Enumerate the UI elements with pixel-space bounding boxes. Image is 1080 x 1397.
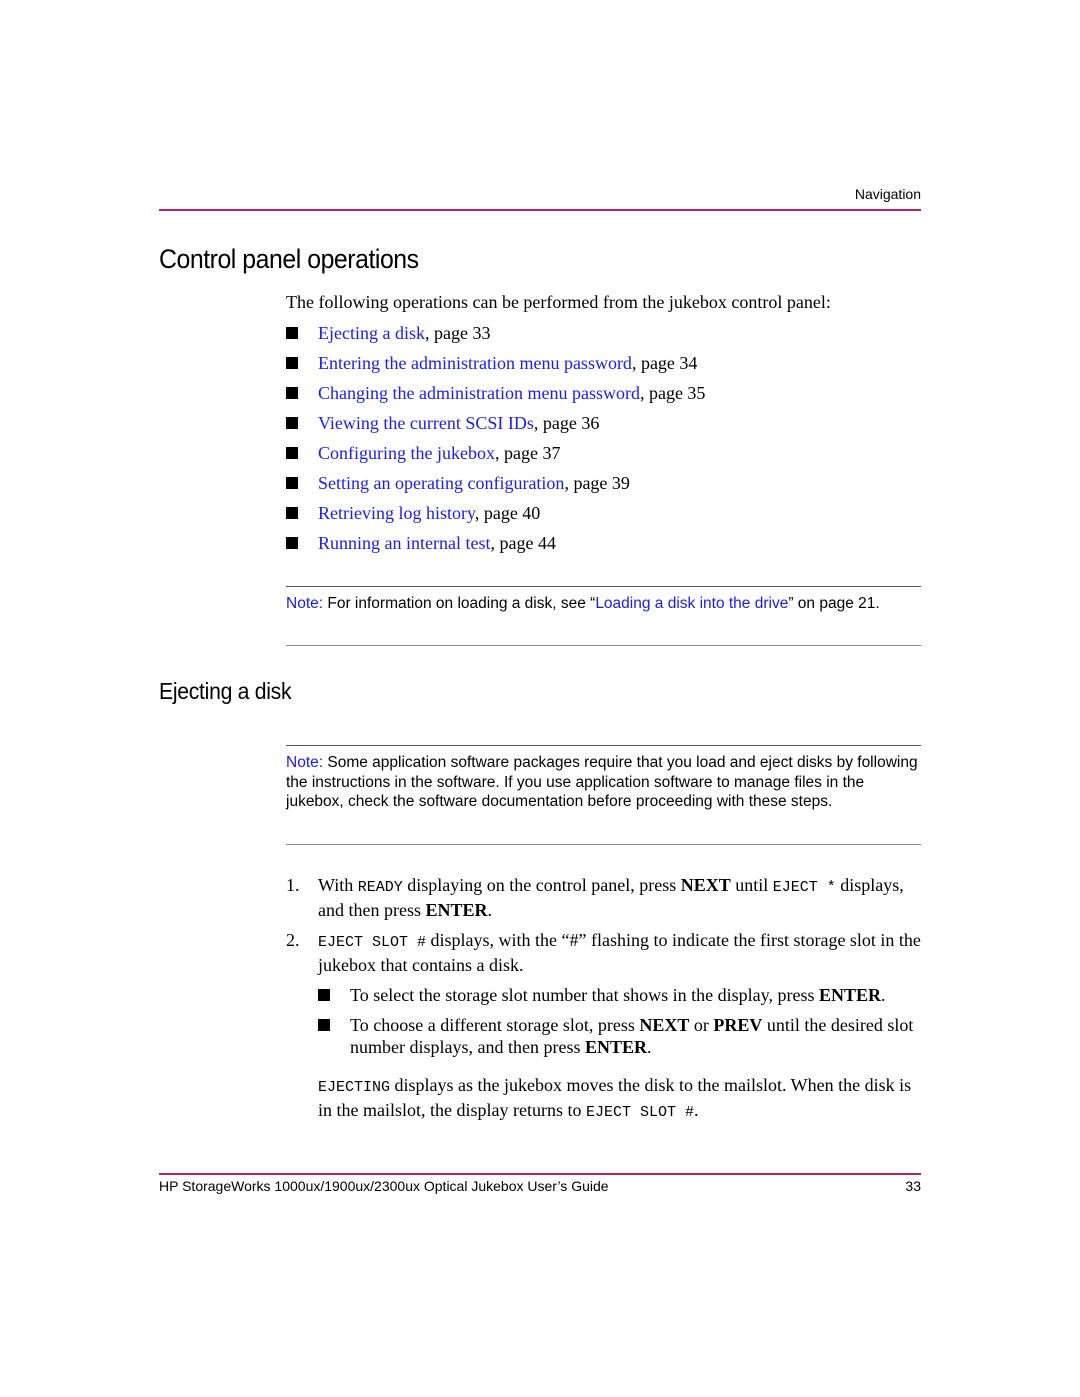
list-item: Ejecting a disk, page 33 [286,322,705,352]
page-number: 33 [905,1178,921,1194]
text-run: until [730,875,773,895]
bullet-square-icon [286,387,298,399]
bullet-text: To choose a different storage slot, pres… [350,1014,926,1058]
section-title: Control panel operations [159,244,419,274]
bullet-square-icon [286,507,298,519]
operation-link[interactable]: Ejecting a disk [318,323,425,343]
operation-link[interactable]: Retrieving log history [318,503,475,523]
page-ref: , page 39 [564,473,630,493]
list-item: To select the storage slot number that s… [318,984,926,1006]
list-item: Entering the administration menu passwor… [286,352,705,382]
page-ref: , page 40 [474,503,541,523]
bullet-square-icon [286,477,298,489]
display-text: EJECT * [772,879,836,896]
operation-link[interactable]: Changing the administration menu passwor… [318,383,640,403]
note-text-end: ” on page 21. [788,595,880,612]
page-ref: , page 36 [533,413,600,433]
intro-paragraph: The following operations can be performe… [286,292,831,312]
loading-disk-link[interactable]: Loading a disk into the drive [595,595,788,612]
list-item: Setting an operating configuration, page… [286,472,705,502]
step-number: 1. [286,875,300,895]
step-number: 2. [286,930,300,950]
key-name: ENTER [584,1037,647,1057]
footer-doc-title: HP StorageWorks 1000ux/1900ux/2300ux Opt… [159,1178,609,1194]
note-loading-disk: Note: For information on loading a disk,… [286,586,921,646]
page-ref: , page 34 [631,353,698,373]
page-ref: , page 35 [639,383,706,403]
list-item: Retrieving log history, page 40 [286,502,705,532]
bullet-square-icon [318,989,330,1001]
text-run: displaying on the control panel, press [402,875,681,895]
operation-link[interactable]: Setting an operating configuration [318,473,564,493]
procedure-steps: 1. With READY displaying on the control … [286,874,926,1124]
note-label: Note: [286,754,324,771]
step-text: With READY displaying on the control pan… [318,874,926,921]
bullet-square-icon [286,447,298,459]
footer-rule [159,1173,921,1175]
bullet-square-icon [286,327,298,339]
key-name: NEXT [639,1015,690,1035]
operation-link[interactable]: Running an internal test [318,533,490,553]
text-run: . [694,1100,699,1120]
text-run: With [318,875,358,895]
key-name: ENTER [425,900,488,920]
bullet-square-icon [286,537,298,549]
operation-link[interactable]: Configuring the jukebox [318,443,495,463]
note-text: Some application software packages requi… [286,754,918,810]
bullet-square-icon [286,417,298,429]
operations-list: Ejecting a disk, page 33 Entering the ad… [286,322,705,562]
step-1: 1. With READY displaying on the control … [286,874,926,921]
step-result: EJECTING displays as the jukebox moves t… [318,1074,926,1124]
list-item: Changing the administration menu passwor… [286,382,705,412]
operation-link[interactable]: Entering the administration menu passwor… [318,353,632,373]
display-text: READY [357,879,403,896]
text-run: To select the storage slot number that s… [350,985,819,1005]
list-item: Configuring the jukebox, page 37 [286,442,705,472]
note-application-software: Note: Some application software packages… [286,745,921,845]
step-text: EJECT SLOT # displays, with the “#” flas… [318,929,926,976]
list-item: To choose a different storage slot, pres… [318,1014,926,1058]
page-ref: , page 33 [424,323,491,343]
list-item: Viewing the current SCSI IDs, page 36 [286,412,705,442]
key-name: PREV [713,1015,763,1035]
text-run: To choose a different storage slot, pres… [350,1015,640,1035]
page-ref: , page 37 [494,443,561,463]
list-item: Running an internal test, page 44 [286,532,705,562]
bullet-square-icon [318,1019,330,1031]
text-run: . [646,1037,652,1057]
text-run: . [881,985,886,1005]
display-text: EJECT SLOT # [318,934,427,951]
note-label: Note: [286,595,324,612]
subsection-title: Ejecting a disk [159,678,292,704]
text-run: or [689,1015,714,1035]
step-body: EJECT SLOT # displays, with the “#” flas… [318,929,926,1066]
running-header: Navigation [854,186,921,202]
bullet-text: To select the storage slot number that s… [350,984,886,1006]
key-name: ENTER [818,985,881,1005]
operation-link[interactable]: Viewing the current SCSI IDs [318,413,534,433]
step-sub-bullets: To select the storage slot number that s… [318,984,926,1058]
text-run: . [487,900,493,920]
display-text: EJECT SLOT # [585,1104,694,1121]
page-ref: , page 44 [490,533,556,553]
header-rule [159,209,921,211]
key-name: NEXT [680,875,731,895]
display-text: EJECTING [318,1079,391,1096]
bullet-square-icon [286,357,298,369]
step-2: 2. EJECT SLOT # displays, with the “#” f… [286,929,926,1066]
note-text: For information on loading a disk, see “ [323,595,596,612]
